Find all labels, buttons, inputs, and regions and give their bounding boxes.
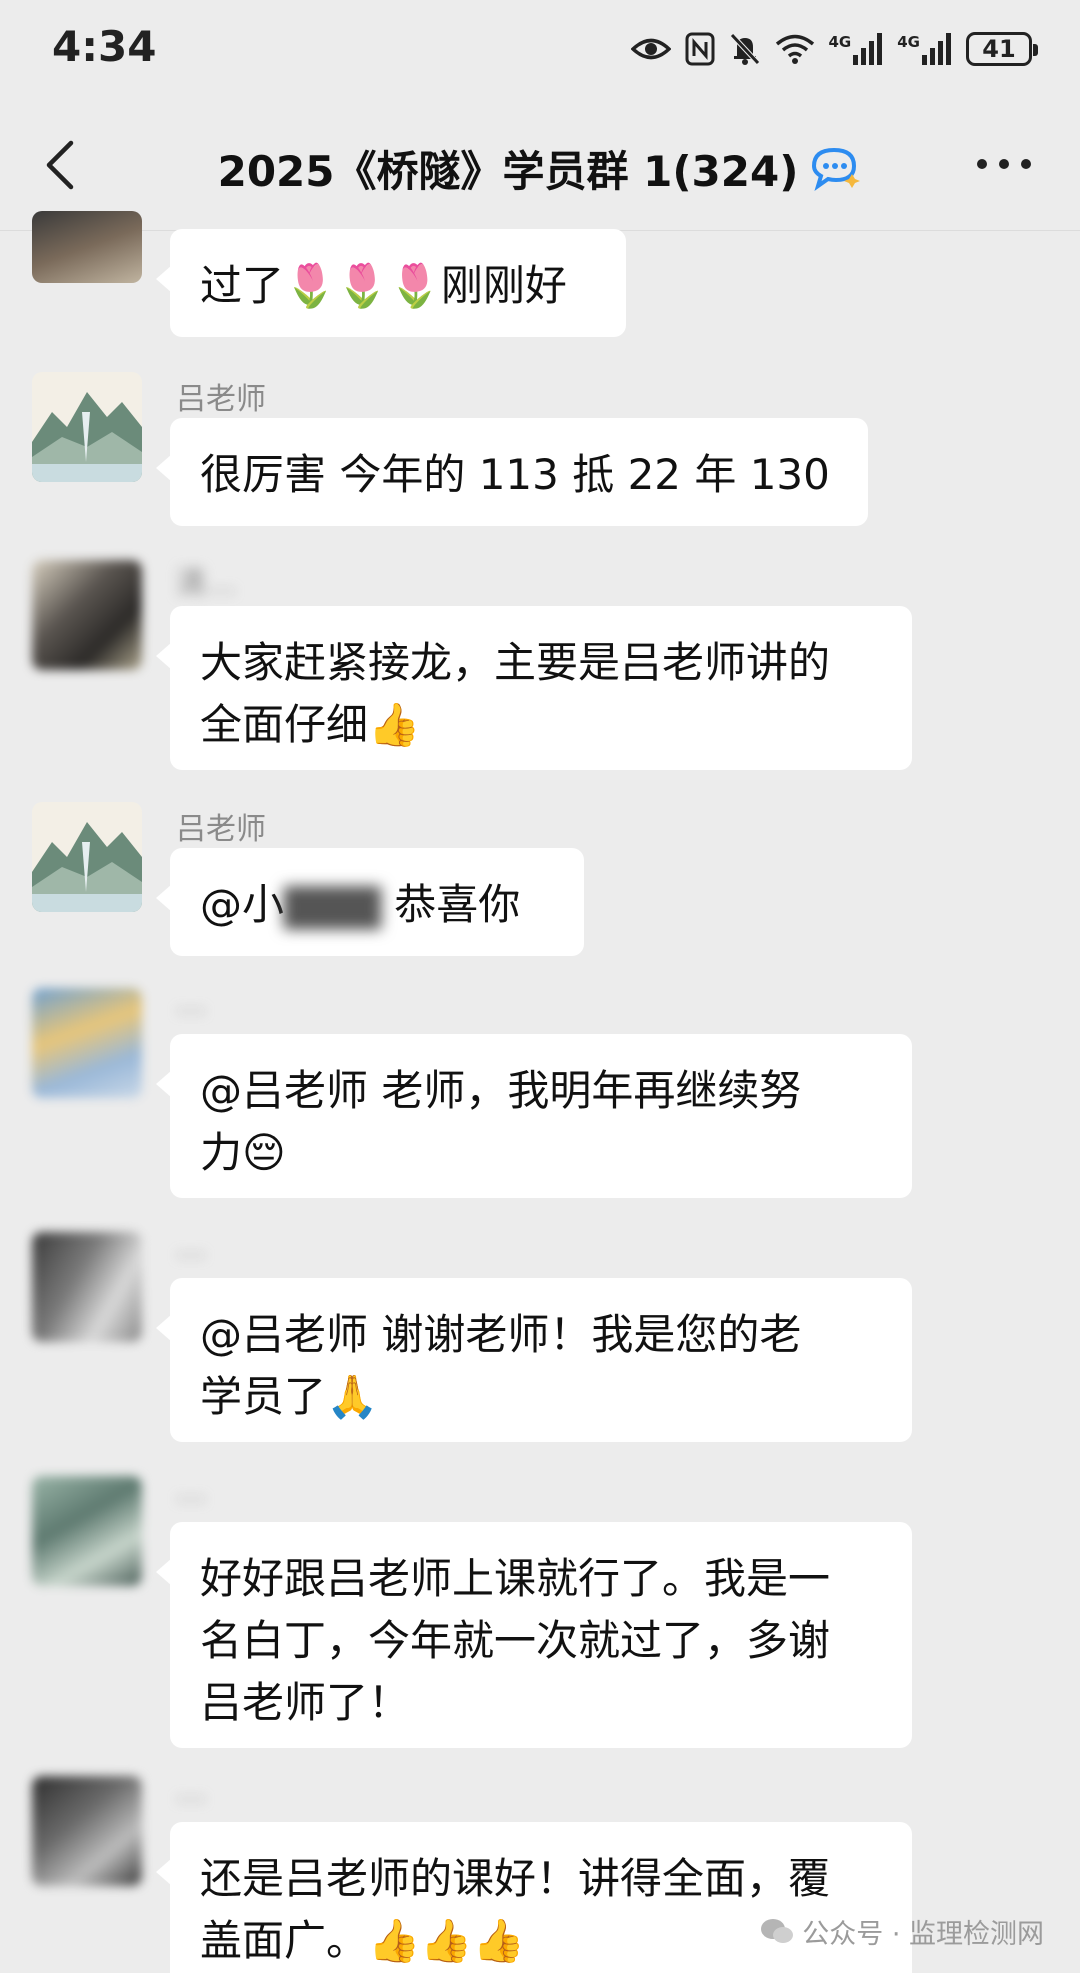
chat-screen: 4:34 4G 4G 41 2025《桥隧》学员群 1(324) 过了🌷🌷🌷刚刚… xyxy=(0,0,1080,1973)
watermark-text: 公众号 · 监理检测网 xyxy=(802,1919,1044,1950)
more-options-button[interactable] xyxy=(964,144,1044,184)
message-text-line: @吕老师 谢谢老师！我是您的老 xyxy=(200,1310,802,1359)
message-bubble[interactable]: 好好跟吕老师上课就行了。我是一 名白丁，今年就一次就过了，多谢 吕老师了！ xyxy=(156,1522,912,1748)
watermark: 公众号 · 监理检测网 xyxy=(760,1912,1044,1951)
status-time: 4:34 xyxy=(52,22,157,71)
avatar[interactable] xyxy=(32,1776,142,1886)
avatar[interactable] xyxy=(32,1232,142,1342)
message-bubble[interactable]: 很厉害 今年的 113 抵 22 年 130 xyxy=(156,418,868,526)
avatar[interactable] xyxy=(32,802,142,912)
avatar[interactable] xyxy=(32,372,142,482)
message-text-line: 力😔 xyxy=(200,1128,286,1177)
network-type-2: 4G xyxy=(897,33,920,51)
sender-name: … xyxy=(176,1230,206,1265)
network-type-1: 4G xyxy=(828,33,852,51)
signal-2-bars-icon xyxy=(922,33,951,65)
message-bubble[interactable]: 大家赶紧接龙，主要是吕老师讲的 全面仔细👍 xyxy=(156,606,912,770)
nfc-icon xyxy=(685,32,714,66)
message-text: 恭喜你 xyxy=(394,880,521,929)
signal-1-indicator: 4G xyxy=(829,33,884,65)
message-text-line: @吕老师 老师，我明年再继续努 xyxy=(200,1066,802,1115)
sender-name: … xyxy=(176,986,206,1021)
battery-indicator: 41 xyxy=(966,32,1038,66)
chat-bubble-badge-icon xyxy=(812,147,861,191)
avatar[interactable] xyxy=(32,1476,142,1586)
message-bubble[interactable]: @吕老师 老师，我明年再继续努 力😔 xyxy=(156,1034,912,1198)
mention-prefix: @小 xyxy=(200,880,285,929)
message-text-line: 学员了🙏 xyxy=(200,1372,379,1421)
message-text-line: 大家赶紧接龙，主要是吕老师讲的 xyxy=(200,638,831,687)
wifi-icon xyxy=(775,34,814,64)
signal-1-bars-icon xyxy=(853,33,883,65)
landscape-painting-icon xyxy=(32,372,142,482)
sender-name: 吕老师 xyxy=(176,382,266,417)
message-text-line: 全面仔细👍 xyxy=(200,700,421,749)
status-bar: 4:34 4G 4G 41 xyxy=(0,0,1080,100)
sender-name: … xyxy=(176,1774,206,1809)
message-text-line: 吕老师了！ xyxy=(200,1678,411,1727)
avatar[interactable] xyxy=(32,560,142,670)
signal-2-indicator: 4G xyxy=(897,33,952,65)
message-text-line: 名白丁，今年就一次就过了，多谢 xyxy=(200,1616,831,1665)
chat-title: 2025《桥隧》学员群 1(324) xyxy=(0,138,1080,199)
mention-blurred: ▇▇▇ xyxy=(284,880,381,929)
message-text-line: 还是吕老师的课好！讲得全面，覆 xyxy=(200,1854,831,1903)
avatar[interactable] xyxy=(32,988,142,1098)
message-bubble[interactable]: @小▇▇▇ 恭喜你 xyxy=(156,848,584,956)
status-icons: 4G 4G 41 xyxy=(630,26,1038,72)
message-bubble[interactable]: 过了🌷🌷🌷刚刚好 xyxy=(156,229,626,337)
message-text: 很厉害 今年的 113 抵 22 年 130 xyxy=(200,450,830,499)
chat-header: 2025《桥隧》学员群 1(324) xyxy=(0,100,1080,231)
sender-name: … xyxy=(176,1474,206,1509)
wechat-logo-icon xyxy=(761,1918,794,1943)
sender-name: 清… xyxy=(176,566,236,601)
avatar[interactable] xyxy=(32,211,142,283)
mute-bell-icon xyxy=(729,33,760,65)
more-dots-icon xyxy=(977,159,1031,169)
message-text-line: 好好跟吕老师上课就行了。我是一 xyxy=(200,1554,831,1603)
message-text: 过了🌷🌷🌷刚刚好 xyxy=(200,261,567,310)
eye-icon xyxy=(630,38,671,60)
message-bubble[interactable]: @吕老师 谢谢老师！我是您的老 学员了🙏 xyxy=(156,1278,912,1442)
landscape-painting-icon xyxy=(32,802,142,912)
chat-title-text: 2025《桥隧》学员群 1(324) xyxy=(217,147,799,196)
sender-name: 吕老师 xyxy=(176,812,266,847)
